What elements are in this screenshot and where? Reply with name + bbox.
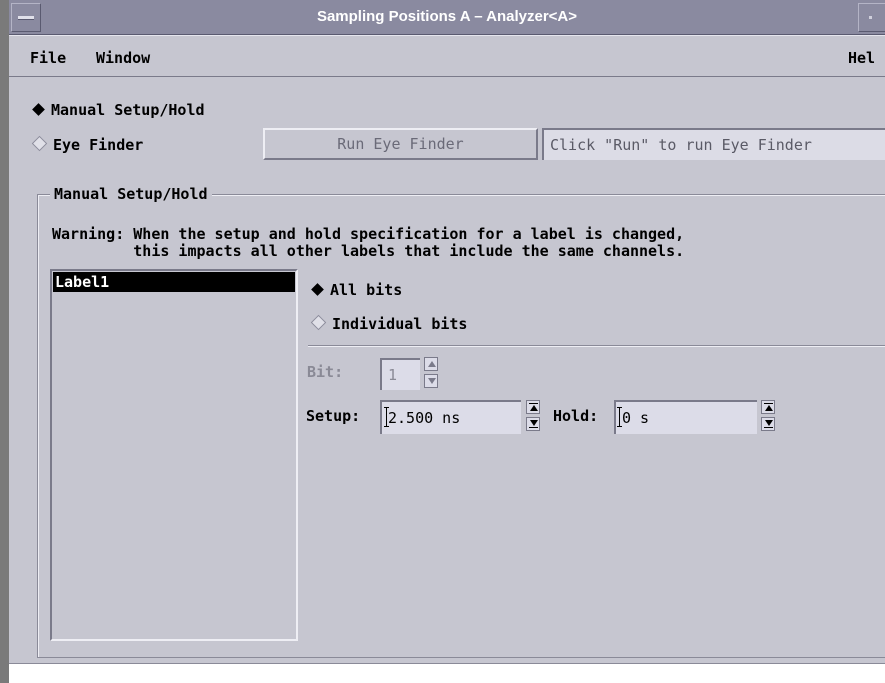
- bar-icon: [764, 427, 773, 428]
- arrow-up-icon: [530, 405, 538, 411]
- all-bits-radio[interactable]: All bits: [311, 281, 403, 299]
- menu-file[interactable]: File: [30, 49, 66, 67]
- arrow-up-icon: [765, 405, 773, 411]
- setup-stepper[interactable]: [526, 400, 542, 431]
- manual-setup-hold-radio[interactable]: Manual Setup/Hold: [32, 101, 205, 119]
- hold-increment-button[interactable]: [761, 400, 775, 414]
- bar-icon: [764, 403, 773, 404]
- eye-finder-label: Eye Finder: [53, 136, 144, 154]
- divider: [308, 345, 885, 347]
- group-title: Manual Setup/Hold: [50, 185, 212, 203]
- individual-bits-label: Individual bits: [332, 315, 468, 333]
- run-eye-finder-button[interactable]: Run Eye Finder: [263, 128, 538, 160]
- minimize-icon: [869, 16, 872, 19]
- setup-label: Setup:: [306, 407, 361, 425]
- radio-selected-icon: [311, 283, 324, 296]
- radio-unselected-icon: [31, 135, 48, 152]
- list-item-label1[interactable]: Label1: [53, 272, 295, 292]
- warning-line-1: Warning: When the setup and hold specifi…: [52, 225, 685, 243]
- arrow-up-icon: [428, 361, 436, 367]
- menu-window[interactable]: Window: [96, 49, 150, 67]
- title-bar[interactable]: Sampling Positions A – Analyzer<A>: [9, 0, 885, 35]
- hold-input[interactable]: 0 s: [614, 400, 757, 434]
- text-cursor: [617, 407, 622, 427]
- hold-stepper[interactable]: [761, 400, 777, 431]
- setup-decrement-button[interactable]: [526, 417, 540, 431]
- window-title: Sampling Positions A – Analyzer<A>: [316, 8, 578, 25]
- bit-decrement-button[interactable]: [424, 374, 438, 388]
- hold-label: Hold:: [553, 407, 599, 425]
- bar-icon: [529, 427, 538, 428]
- bit-increment-button[interactable]: [424, 357, 438, 371]
- sampling-positions-window: Sampling Positions A – Analyzer<A> File …: [0, 0, 885, 683]
- menu-help[interactable]: Hel: [848, 49, 875, 67]
- window-bottom-strip: [9, 663, 885, 683]
- warning-line-2: this impacts all other labels that inclu…: [52, 242, 685, 260]
- menu-bar: File Window Hel: [9, 35, 885, 77]
- arrow-down-icon: [765, 420, 773, 426]
- setup-input[interactable]: 2.500 ns: [380, 400, 521, 434]
- arrow-down-icon: [428, 378, 436, 384]
- bit-stepper[interactable]: [424, 357, 440, 388]
- radio-unselected-icon: [310, 314, 327, 331]
- minimize-button[interactable]: [858, 3, 885, 32]
- text-cursor: [384, 407, 389, 427]
- manual-setup-hold-label: Manual Setup/Hold: [51, 101, 205, 119]
- eye-finder-radio[interactable]: Eye Finder: [31, 135, 144, 154]
- warning-text: Warning: When the setup and hold specifi…: [52, 226, 684, 260]
- bit-label: Bit:: [307, 363, 344, 381]
- all-bits-label: All bits: [330, 281, 403, 299]
- individual-bits-radio[interactable]: Individual bits: [310, 314, 468, 333]
- bar-icon: [529, 403, 538, 404]
- setup-increment-button[interactable]: [526, 400, 540, 414]
- window-left-edge: [0, 0, 9, 683]
- radio-selected-icon: [32, 103, 45, 116]
- hold-decrement-button[interactable]: [761, 417, 775, 431]
- arrow-down-icon: [530, 420, 538, 426]
- eye-finder-status: Click "Run" to run Eye Finder: [542, 128, 885, 160]
- bit-input[interactable]: 1: [380, 358, 420, 390]
- label-list[interactable]: Label1: [50, 269, 298, 641]
